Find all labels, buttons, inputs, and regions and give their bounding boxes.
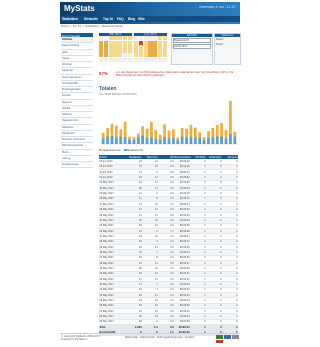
bar-neubesuche[interactable] [128, 139, 131, 144]
nav-top10[interactable]: Top 10 [103, 17, 113, 21]
sidebar: Besucherzahl Totalen Besucherfang Jetzt … [61, 33, 93, 169]
bar-neubesuche[interactable] [150, 137, 153, 144]
nav-webseite[interactable]: Webseite [84, 17, 98, 21]
visits-bar-chart [101, 101, 238, 145]
bar-neubesuche[interactable] [233, 136, 237, 144]
summary-alert: 57% von den Besuchern sind Einmalbesuche… [99, 70, 239, 79]
page-subtitle: Von 05.05.2013 bis 04.06.2013 [99, 93, 137, 96]
bar-neubesuche[interactable] [229, 134, 232, 144]
bar-neubesuche[interactable] [136, 137, 140, 144]
bar-neubesuche[interactable] [141, 135, 145, 144]
calendar-june-grid [134, 36, 167, 62]
bar-neubesuche[interactable] [211, 137, 215, 144]
page: MyStats Dienstag 4 Jun. 21:47 Statistike… [0, 0, 300, 347]
bar-neubesuche[interactable] [193, 137, 197, 144]
stats-table: Datum Tagesbesu. Besucher P/B Besuchsdauer Pf… [99, 155, 238, 336]
calendar-june: Juni 2013 [134, 33, 167, 62]
bar-neubesuche[interactable] [110, 136, 114, 144]
bar-neubesuche[interactable] [167, 138, 171, 144]
footer-link[interactable]: Datenschutz [140, 336, 154, 339]
legend-label-tagesbesuche: Tagesbesuche [102, 149, 121, 153]
bar-neubesuche[interactable] [123, 137, 127, 144]
footer-link[interactable]: Webmaster [125, 336, 138, 339]
bar-neubesuche[interactable] [132, 139, 136, 144]
breadcrumb: Home > Top 10 > Statistiken > Besucherza… [61, 25, 124, 28]
footer-link[interactable]: Kontakt [185, 336, 194, 339]
options-panel: Optionen Export Druck [214, 33, 241, 65]
bar-neubesuche[interactable] [163, 137, 166, 144]
legend-label-neubesuche: Neubesuche [127, 149, 143, 153]
page-title: Totalen [99, 86, 117, 92]
period-panel: Periode Tagesansicht 04.06.2013 [171, 33, 213, 65]
bar-neubesuche[interactable] [145, 137, 149, 144]
footer-badge-icon[interactable] [223, 335, 231, 339]
bar-neubesuche[interactable] [172, 137, 175, 144]
bar-neubesuche[interactable] [207, 138, 210, 144]
bar-neubesuche[interactable] [202, 140, 206, 144]
nav-statistiken[interactable]: Statistiken [62, 17, 78, 21]
nav-blog[interactable]: Blog [128, 17, 135, 21]
bar-neubesuche[interactable] [176, 140, 180, 144]
footer-line2[interactable]: Powered by MyStats.ch [61, 338, 100, 341]
footer-copyright: © Copyright Tag4ardo 2009-2013 Powered b… [61, 335, 100, 341]
header-date: Dienstag 4 Jun. 21:47 [199, 5, 236, 9]
footer-badge-icon[interactable] [231, 335, 239, 339]
bar-neubesuche[interactable] [114, 137, 118, 144]
footer-link[interactable]: Nutzungsbedingungen [157, 336, 183, 339]
bar-neubesuche[interactable] [224, 138, 228, 144]
bar-neubesuche[interactable] [101, 138, 105, 144]
sidebar-item[interactable]: Einstellungen [61, 162, 93, 169]
calendar-day [162, 57, 167, 62]
bar-neubesuche[interactable] [198, 137, 202, 144]
bar-neubesuche[interactable] [220, 136, 224, 144]
period-select[interactable]: Tagesansicht [173, 38, 211, 43]
calendar-may-grid [99, 36, 132, 62]
bar-neubesuche[interactable] [106, 136, 109, 144]
bar-neubesuche[interactable] [158, 139, 162, 144]
bar-neubesuche[interactable] [119, 136, 123, 144]
chart-legend: Tagesbesuche Neubesuche [99, 149, 143, 152]
footer-badge-icon[interactable] [216, 335, 223, 339]
legend-swatch-tagesbesuche [99, 149, 102, 152]
period-title: Periode [172, 34, 212, 37]
bar-neubesuche[interactable] [215, 136, 219, 144]
options-print[interactable]: Druck [215, 42, 240, 47]
footer-badges [216, 335, 240, 344]
bar-neubesuche[interactable] [189, 137, 193, 144]
footer-links: Webmaster · Datenschutz · Nutzungsbeding… [125, 336, 194, 339]
calendar-day [127, 57, 132, 62]
calendar-may: Mai 2013 [99, 33, 132, 62]
alert-text: von den Besuchern sind Einmalbesucher. B… [116, 71, 234, 78]
footer: © Copyright Tag4ardo 2009-2013 Powered b… [60, 333, 240, 343]
site-logo[interactable]: MyStats [64, 4, 95, 13]
nav-hilfe[interactable]: Hilfe [138, 17, 145, 21]
bar-neubesuche[interactable] [180, 136, 184, 144]
bar-neubesuche[interactable] [185, 137, 188, 144]
period-date-input[interactable]: 04.06.2013 [173, 44, 211, 49]
alert-percent: 57% [99, 71, 109, 76]
bar-neubesuche[interactable] [154, 139, 158, 144]
footer-badge-icon[interactable] [216, 339, 223, 343]
main-nav: Statistiken Webseite Top 10 FAQ Blog Hil… [60, 16, 240, 22]
nav-faq[interactable]: FAQ [117, 17, 124, 21]
